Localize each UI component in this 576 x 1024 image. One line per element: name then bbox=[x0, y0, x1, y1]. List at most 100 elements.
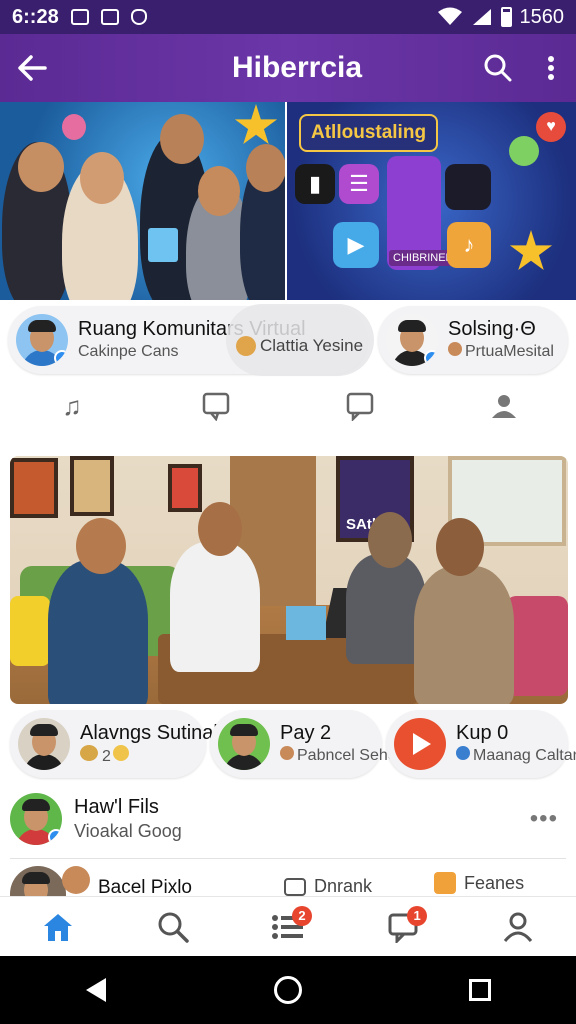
notification-a-icon bbox=[70, 9, 89, 25]
music-notes-button[interactable]: ♫ bbox=[44, 386, 100, 426]
back-button[interactable] bbox=[0, 34, 64, 102]
avatar bbox=[18, 718, 70, 770]
hero-badge: Atlloustaling bbox=[299, 114, 439, 152]
person-head bbox=[76, 518, 126, 574]
person-figure bbox=[48, 560, 148, 704]
system-home-button[interactable] bbox=[258, 960, 318, 1020]
feanes-link[interactable]: Feanes bbox=[434, 872, 524, 894]
list-item[interactable]: Bacel Pixlo Dnrank Feanes bbox=[10, 862, 566, 896]
person-head bbox=[18, 142, 64, 192]
emoji-icon bbox=[236, 336, 256, 356]
person-head bbox=[198, 166, 240, 216]
tile-icon bbox=[445, 164, 491, 210]
person-figure bbox=[170, 542, 260, 672]
heart-icon[interactable]: ♥ bbox=[536, 112, 566, 142]
wall-poster bbox=[168, 464, 202, 512]
star-icon bbox=[509, 230, 553, 271]
game-box bbox=[286, 606, 326, 640]
notification-badge: 2 bbox=[291, 905, 312, 926]
back-triangle-icon bbox=[86, 978, 106, 1002]
comment-button[interactable] bbox=[188, 386, 244, 426]
nav-search[interactable] bbox=[143, 902, 203, 952]
list-item-sub: Vioakal Goog bbox=[74, 821, 182, 841]
chip-sub: PrtuaMesital bbox=[448, 341, 554, 363]
profile-icon bbox=[492, 395, 516, 418]
profile-button[interactable] bbox=[476, 386, 532, 426]
image-icon bbox=[100, 9, 119, 25]
nav-home[interactable] bbox=[28, 902, 88, 952]
chat-bubble-icon bbox=[346, 392, 374, 421]
battery-icon bbox=[500, 7, 512, 27]
chat-button[interactable] bbox=[332, 386, 388, 426]
person-head bbox=[198, 502, 242, 556]
overflow-menu-button[interactable] bbox=[526, 34, 576, 102]
list-item-name: Haw'l Fils bbox=[74, 796, 159, 818]
person-head bbox=[80, 152, 124, 204]
list-tile-icon: ☰ bbox=[339, 164, 379, 204]
hero-banner: Atlloustaling ♥ ▮ ☰ CHIBRINERO ▶ ♪ bbox=[0, 102, 576, 300]
music-notes-icon: ♫ bbox=[62, 390, 82, 421]
verified-icon bbox=[48, 829, 62, 845]
nav-list[interactable]: 2 bbox=[258, 902, 318, 952]
user-chip[interactable]: Kup 0 Maanag Caltan bbox=[386, 710, 576, 778]
arrow-left-icon bbox=[18, 55, 47, 81]
avatar bbox=[10, 866, 66, 896]
profile-icon bbox=[504, 912, 533, 942]
more-vertical-icon bbox=[548, 56, 554, 80]
tile-icon: ▮ bbox=[295, 164, 335, 204]
recents-square-icon bbox=[469, 979, 491, 1001]
search-button[interactable] bbox=[470, 34, 526, 102]
action-row: ♫ bbox=[0, 378, 576, 434]
system-recents-button[interactable] bbox=[450, 960, 510, 1020]
star-icon bbox=[234, 104, 278, 145]
hero-left-image[interactable] bbox=[0, 102, 285, 300]
nav-profile[interactable] bbox=[488, 902, 548, 952]
chip-name: Alavngs Sutinal bbox=[80, 721, 218, 744]
feed-photo[interactable]: SAtb bbox=[10, 456, 568, 704]
screen: 6::28 1560 Hiberrcia Atlloustaling ♥ ▮ ☰… bbox=[0, 0, 576, 1024]
avatar bbox=[10, 793, 62, 845]
card-prop bbox=[148, 228, 178, 262]
person-head bbox=[436, 518, 484, 576]
chip-name: Kup 0 bbox=[456, 722, 509, 744]
notification-badge: 1 bbox=[407, 905, 428, 926]
divider bbox=[10, 858, 566, 859]
emoji-icon bbox=[112, 744, 129, 761]
page-title: Hiberrcia bbox=[231, 51, 363, 84]
person-head bbox=[160, 114, 204, 164]
person-head bbox=[246, 144, 285, 192]
bottom-nav: 2 1 bbox=[0, 896, 576, 956]
mascot-icon bbox=[509, 136, 539, 166]
list-item-name: Bacel Pixlo bbox=[98, 877, 192, 896]
person-head bbox=[368, 512, 412, 568]
avatar bbox=[62, 866, 90, 894]
status-bar: 6::28 1560 bbox=[0, 0, 576, 34]
chip-secondary[interactable]: Clattia Yesine bbox=[236, 336, 363, 356]
emoji-icon bbox=[456, 746, 470, 760]
avatar bbox=[218, 718, 270, 770]
shield-icon bbox=[130, 9, 147, 25]
wall-poster bbox=[10, 458, 58, 518]
chip-sub: Clattia Yesine bbox=[260, 336, 364, 355]
avatar bbox=[386, 314, 438, 366]
dnrank-link[interactable]: Dnrank bbox=[284, 876, 372, 896]
play-icon bbox=[413, 733, 431, 755]
signal-icon bbox=[472, 9, 491, 25]
wifi-icon bbox=[437, 7, 462, 25]
nav-chat[interactable]: 1 bbox=[373, 902, 433, 952]
user-chip[interactable]: Pay 2 Pabncel Sehen bbox=[210, 710, 406, 778]
system-back-button[interactable] bbox=[66, 960, 126, 1020]
search-icon bbox=[158, 912, 189, 943]
user-chip[interactable]: Solsing·Θ PrtuaMesital bbox=[378, 306, 568, 374]
more-options-button[interactable]: ••• bbox=[530, 805, 558, 833]
user-chip[interactable]: Alavngs Sutinal 2 bbox=[10, 710, 218, 778]
emoji-icon bbox=[448, 342, 462, 356]
pillow bbox=[506, 596, 568, 696]
list-item[interactable]: Haw'l Fils Vioakal Goog ••• bbox=[10, 786, 566, 852]
avatar bbox=[394, 718, 446, 770]
chat-icon bbox=[284, 877, 306, 896]
hero-right-image[interactable]: Atlloustaling ♥ ▮ ☰ CHIBRINERO ▶ ♪ bbox=[287, 102, 576, 300]
system-nav-bar bbox=[0, 956, 576, 1024]
emoji-icon bbox=[280, 746, 294, 760]
verified-icon bbox=[424, 350, 438, 366]
